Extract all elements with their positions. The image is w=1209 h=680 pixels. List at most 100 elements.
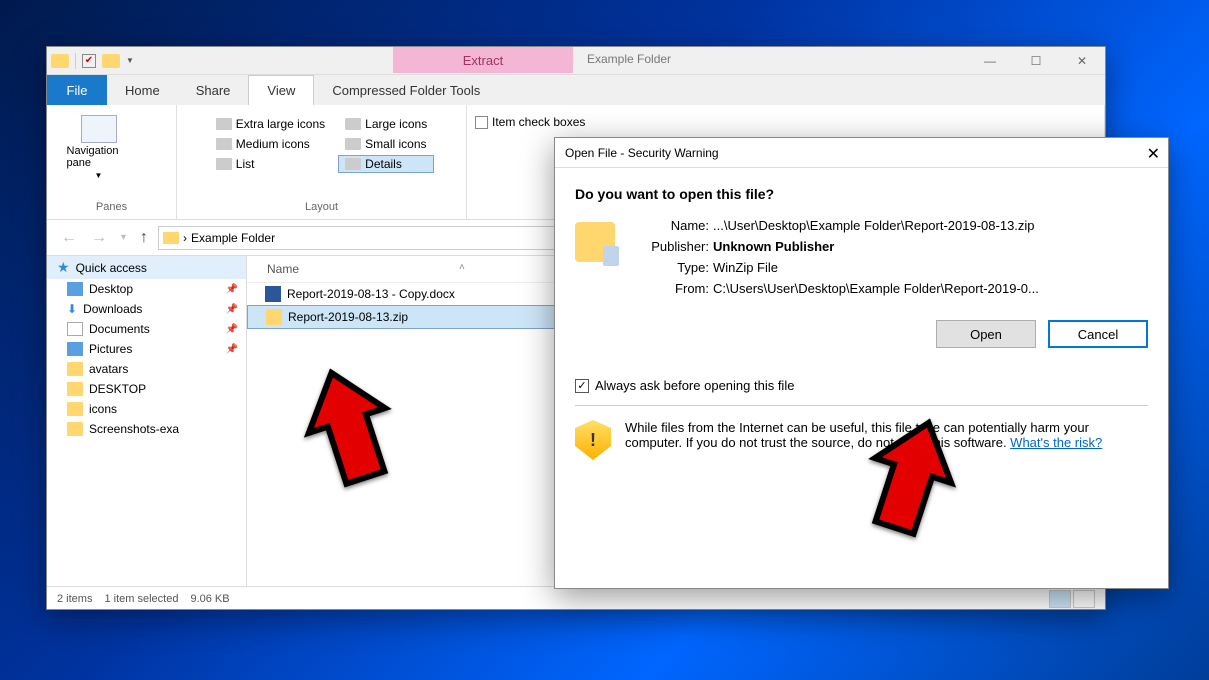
window-controls: — ☐ ✕ [967,47,1105,75]
zip-archive-icon [266,309,282,325]
file-properties: Name: ...\User\Desktop\Example Folder\Re… [575,218,1148,296]
forward-button[interactable]: → [87,229,111,247]
checkbox-icon[interactable] [475,116,488,129]
ribbon-group-label: Panes [96,199,127,215]
prop-value-publisher: Unknown Publisher [713,239,1039,254]
details-pane-icon[interactable] [137,139,157,155]
item-check-boxes-label: Item check boxes [492,115,585,129]
cancel-button[interactable]: Cancel [1048,320,1148,348]
tab-file[interactable]: File [47,75,107,105]
layout-label: Medium icons [236,137,310,151]
separator [75,53,76,69]
file-name: Report-2019-08-13 - Copy.docx [287,287,455,301]
chevron-down-icon: ▼ [95,171,103,180]
layout-label: Details [365,157,402,171]
folder-icon [51,54,69,68]
sidebar-item-desktop[interactable]: Desktop📌 [47,279,246,299]
ribbon-tabs: File Home Share View Compressed Folder T… [47,75,1105,105]
sidebar-item-label: Documents [89,322,150,336]
prop-value-name: ...\User\Desktop\Example Folder\Report-2… [713,218,1039,233]
status-size: 9.06 KB [190,593,229,605]
properties-icon[interactable]: ✔ [82,54,96,68]
sidebar-item-downloads[interactable]: ⬇Downloads📌 [47,299,246,319]
breadcrumb-separator: › [183,231,187,245]
sidebar-item-folder[interactable]: avatars [47,359,246,379]
ribbon-group-layout: Extra large icons Large icons Medium ico… [177,105,467,219]
layout-label: Extra large icons [236,117,325,131]
minimize-button[interactable]: — [967,47,1013,75]
sidebar-item-label: Desktop [89,282,133,296]
details-view-button[interactable] [1049,590,1071,608]
tab-compressed-tools[interactable]: Compressed Folder Tools [314,75,498,105]
layout-icon [345,118,361,130]
tab-share[interactable]: Share [178,75,249,105]
tab-view[interactable]: View [248,75,314,105]
thumbnails-view-button[interactable] [1073,590,1095,608]
folder-icon [67,402,83,416]
prop-value-from: C:\Users\User\Desktop\Example Folder\Rep… [713,281,1039,296]
desktop-icon [67,282,83,296]
navigation-pane-label: Navigation pane [67,145,131,169]
new-folder-icon[interactable] [102,54,120,68]
contextual-tab-header: Extract [393,47,573,73]
pin-icon: 📌 [226,304,238,315]
navigation-pane-icon [81,115,117,143]
back-button[interactable]: ← [57,229,81,247]
prop-label-name: Name: [629,218,709,233]
always-ask-row: ✓ Always ask before opening this file [575,378,1148,393]
ribbon-group-label: Layout [305,199,338,215]
up-button[interactable]: ↑ [136,229,152,247]
sidebar-item-folder[interactable]: Screenshots-exa [47,419,246,439]
pictures-icon [67,342,83,356]
sidebar-item-folder[interactable]: icons [47,399,246,419]
layout-details[interactable]: Details [338,155,434,173]
sidebar-item-pictures[interactable]: Pictures📌 [47,339,246,359]
window-title: Example Folder [587,52,671,66]
navigation-sidebar: ★ Quick access Desktop📌 ⬇Downloads📌 Docu… [47,256,247,586]
close-icon[interactable]: ✕ [1147,144,1160,164]
layout-label: List [236,157,255,171]
column-name-header[interactable]: Name [267,262,299,276]
tab-home[interactable]: Home [107,75,178,105]
layout-icon [216,158,232,170]
sidebar-item-label: Quick access [76,261,147,275]
open-button[interactable]: Open [936,320,1036,348]
preview-pane-icon[interactable] [137,119,157,135]
history-dropdown-icon[interactable]: ▾ [117,232,130,243]
layout-small[interactable]: Small icons [338,135,434,153]
layout-label: Small icons [365,137,426,151]
sort-indicator-icon: ˄ [459,262,465,276]
folder-icon [67,422,83,436]
status-item-count: 2 items [57,593,92,605]
shield-warning-icon: ! [575,420,611,460]
dialog-body: Do you want to open this file? Name: ...… [555,168,1168,470]
sidebar-quick-access[interactable]: ★ Quick access [47,256,246,279]
dialog-buttons: Open Cancel [575,320,1148,348]
sidebar-item-documents[interactable]: Documents📌 [47,319,246,339]
always-ask-checkbox[interactable]: ✓ [575,379,589,393]
sidebar-item-label: DESKTOP [89,382,146,396]
layout-medium[interactable]: Medium icons [209,135,332,153]
breadcrumb-folder[interactable]: Example Folder [191,231,275,245]
warning-footer: ! While files from the Internet can be u… [575,405,1148,460]
dialog-question: Do you want to open this file? [575,186,1148,202]
layout-icon [345,138,361,150]
layout-icon [216,118,232,130]
qat-dropdown-icon[interactable]: ▼ [126,56,134,65]
layout-large[interactable]: Large icons [338,115,434,133]
close-button[interactable]: ✕ [1059,47,1105,75]
layout-extra-large[interactable]: Extra large icons [209,115,332,133]
folder-icon [67,382,83,396]
quick-access-toolbar: ✔ ▼ [47,47,1105,75]
layout-list[interactable]: List [209,155,332,173]
navigation-pane-button[interactable]: Navigation pane ▼ [67,115,131,180]
whats-the-risk-link[interactable]: What's the risk? [1010,435,1102,450]
sidebar-item-folder[interactable]: DESKTOP [47,379,246,399]
sidebar-item-label: Downloads [83,302,142,316]
file-name: Report-2019-08-13.zip [288,310,408,324]
maximize-button[interactable]: ☐ [1013,47,1059,75]
dialog-title: Open File - Security Warning [565,146,719,160]
security-warning-dialog: Open File - Security Warning ✕ Do you wa… [554,137,1169,589]
layout-label: Large icons [365,117,427,131]
folder-icon [67,362,83,376]
